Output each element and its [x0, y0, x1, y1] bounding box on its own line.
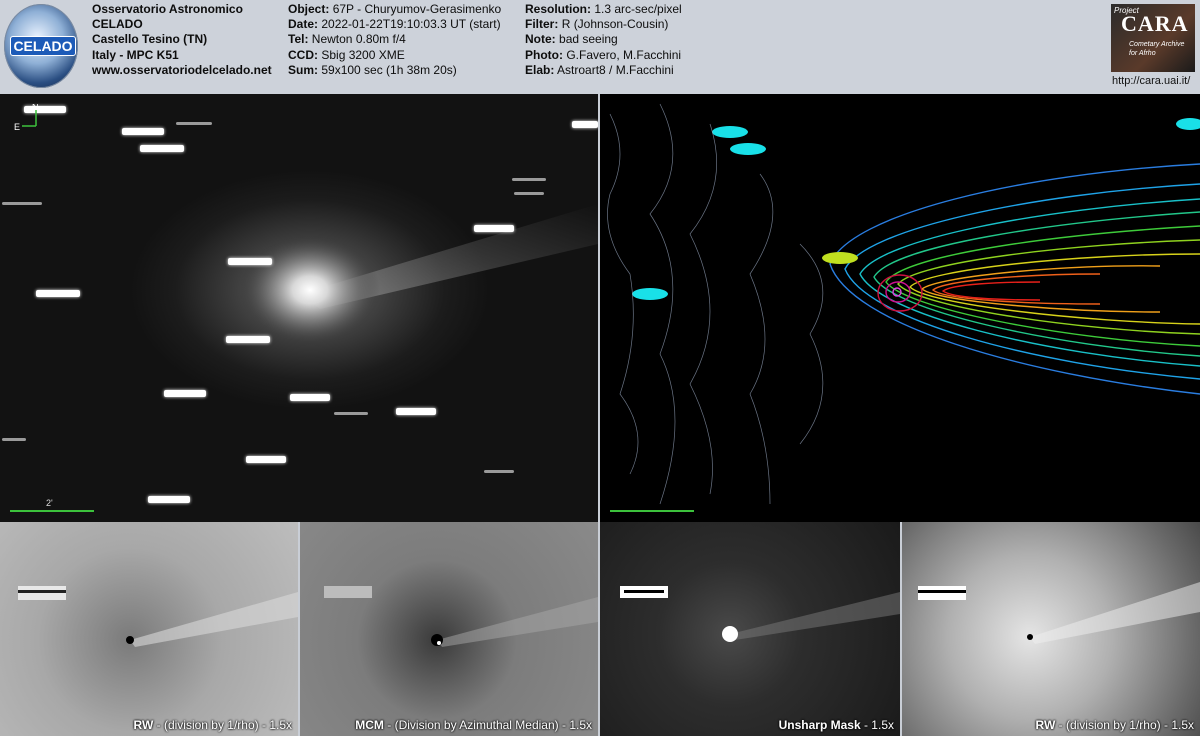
object-row: Object: 67P - Churyumov-Gerasimenko [288, 2, 501, 17]
mcm-caption-text: - (Division by Azimuthal Median) - 1.5x [383, 718, 592, 732]
faint-star-streak [484, 470, 514, 473]
observation-details: Object: 67P - Churyumov-Gerasimenko Date… [288, 2, 501, 78]
unsharp-caption-text: - 1.5x [860, 718, 894, 732]
observatory-info: Osservatorio Astronomico CELADO Castello… [92, 2, 272, 78]
tel-value: Newton 0.80m f/4 [311, 32, 406, 47]
cara-title: CARA [1121, 11, 1189, 36]
photo-row: Photo: G.Favero, M.Facchini [525, 48, 682, 63]
faint-star-streak [176, 122, 212, 125]
cara-url: http://cara.uai.it/ [1112, 75, 1191, 87]
star-streak [122, 128, 164, 135]
faint-star-streak [512, 178, 546, 181]
iso-scale-bar [610, 510, 694, 512]
rw-left-caption-text: - (division by 1/rho) - 1.5x [153, 718, 292, 732]
mcm-caption-bold: MCM [355, 718, 384, 732]
faint-star-streak [2, 438, 26, 441]
observatory-line-2: CELADO [92, 17, 143, 32]
celado-logo: CELADO [4, 4, 78, 88]
date-value: 2022-01-22T19:10:03.3 UT (start) [321, 17, 501, 32]
object-label: Object: [288, 2, 330, 16]
unsharp-mask-image: Unsharp Mask - 1.5x [600, 522, 900, 736]
rw-left-caption-bold: RW [133, 718, 154, 732]
resolution-row: Resolution: 1.3 arc-sec/pixel [525, 2, 682, 17]
object-value: 67P - Churyumov-Gerasimenko [332, 2, 502, 16]
star-streak [474, 225, 514, 232]
star-streak [228, 258, 272, 265]
star-streak [226, 336, 270, 343]
note-label: Note: [525, 32, 556, 47]
rw-left-caption: RW - (division by 1/rho) - 1.5x [134, 718, 293, 732]
star-streak [246, 456, 286, 463]
rw-right-caption-bold: RW [1035, 718, 1056, 732]
sum-value: 59x100 sec (1h 38m 20s) [321, 62, 457, 77]
cara-logo: Project CARA Cometary Archive for Afrho [1111, 4, 1195, 72]
compass-east-label: E [14, 122, 20, 132]
elab-label: Elab: [525, 62, 555, 77]
header-bar: CELADO Osservatorio Astronomico CELADO C… [0, 0, 1200, 94]
star-streak [36, 290, 80, 297]
star-streak [572, 121, 598, 128]
resolution-value: 1.3 arc-sec/pixel [594, 2, 682, 16]
ccd-label: CCD: [288, 47, 318, 62]
observatory-line-3: Castello Tesino (TN) [92, 32, 208, 47]
tel-label: Tel: [288, 32, 309, 47]
main-comet-image: N E 2' [0, 94, 598, 522]
filter-row: Filter: R (Johnson-Cousin) [525, 17, 682, 32]
comet-tail [240, 204, 598, 345]
unsharp-caption-bold: Unsharp Mask [778, 718, 861, 732]
scale-bar [10, 510, 94, 512]
elab-value: Astroart8 / M.Facchini [557, 62, 674, 77]
observatory-website: www.osservatoriodelcelado.net [92, 62, 272, 77]
faint-star-streak [2, 202, 42, 205]
resolution-label: Resolution: [525, 2, 591, 16]
rw-right-caption-text: - (division by 1/rho) - 1.5x [1055, 718, 1194, 732]
mcm-caption: MCM - (Division by Azimuthal Median) - 1… [355, 718, 592, 732]
cara-subtitle: Cometary Archive for Afrho [1129, 40, 1184, 58]
star-streak [148, 496, 190, 503]
observatory-line-1: Osservatorio Astronomico [92, 2, 243, 16]
cara-subtitle-2: for Afrho [1129, 50, 1156, 57]
mcm-features [324, 586, 598, 647]
photo-value: G.Favero, M.Facchini [566, 47, 682, 62]
star-streak [140, 145, 184, 152]
filter-label: Filter: [525, 17, 559, 32]
ccd-row: CCD: Sbig 3200 XME [288, 48, 501, 63]
rw-processed-image-left: RW - (division by 1/rho) - 1.5x [0, 522, 298, 736]
star-streak [290, 394, 330, 401]
processing-details: Resolution: 1.3 arc-sec/pixel Filter: R … [525, 2, 682, 78]
sum-row: Sum: 59x100 sec (1h 38m 20s) [288, 63, 501, 78]
note-value: bad seeing [559, 32, 618, 47]
rw-left-features [18, 586, 298, 647]
tel-row: Tel: Newton 0.80m f/4 [288, 32, 501, 47]
isophote-contours [607, 103, 1200, 505]
isophote-image [600, 94, 1200, 522]
elab-row: Elab: Astroart8 / M.Facchini [525, 63, 682, 78]
star-streak [164, 390, 206, 397]
compass-north-label: N [32, 104, 39, 112]
date-row: Date: 2022-01-22T19:10:03.3 UT (start) [288, 17, 501, 32]
rw-right-features [918, 582, 1200, 644]
date-label: Date: [288, 17, 319, 32]
photo-label: Photo: [525, 47, 563, 62]
filter-value: R (Johnson-Cousin) [561, 17, 669, 32]
note-row: Note: bad seeing [525, 32, 682, 47]
celado-logo-text: CELADO [10, 36, 76, 56]
cara-subtitle-1: Cometary Archive [1129, 41, 1185, 48]
ccd-value: Sbig 3200 XME [321, 47, 405, 62]
compass-indicator: N E [14, 102, 40, 132]
sum-label: Sum: [288, 62, 318, 77]
scale-label: 2' [46, 498, 53, 508]
star-streak [396, 408, 436, 415]
rw-right-caption: RW - (division by 1/rho) - 1.5x [1036, 718, 1195, 732]
faint-star-streak [514, 192, 544, 195]
unsharp-caption: Unsharp Mask - 1.5x [779, 718, 894, 732]
mcm-processed-image: MCM - (Division by Azimuthal Median) - 1… [300, 522, 598, 736]
faint-star-streak [334, 412, 368, 415]
unsharp-features [620, 586, 900, 642]
rw-processed-image-right: RW - (division by 1/rho) - 1.5x [902, 522, 1200, 736]
observatory-line-4: Italy - MPC K51 [92, 47, 179, 62]
